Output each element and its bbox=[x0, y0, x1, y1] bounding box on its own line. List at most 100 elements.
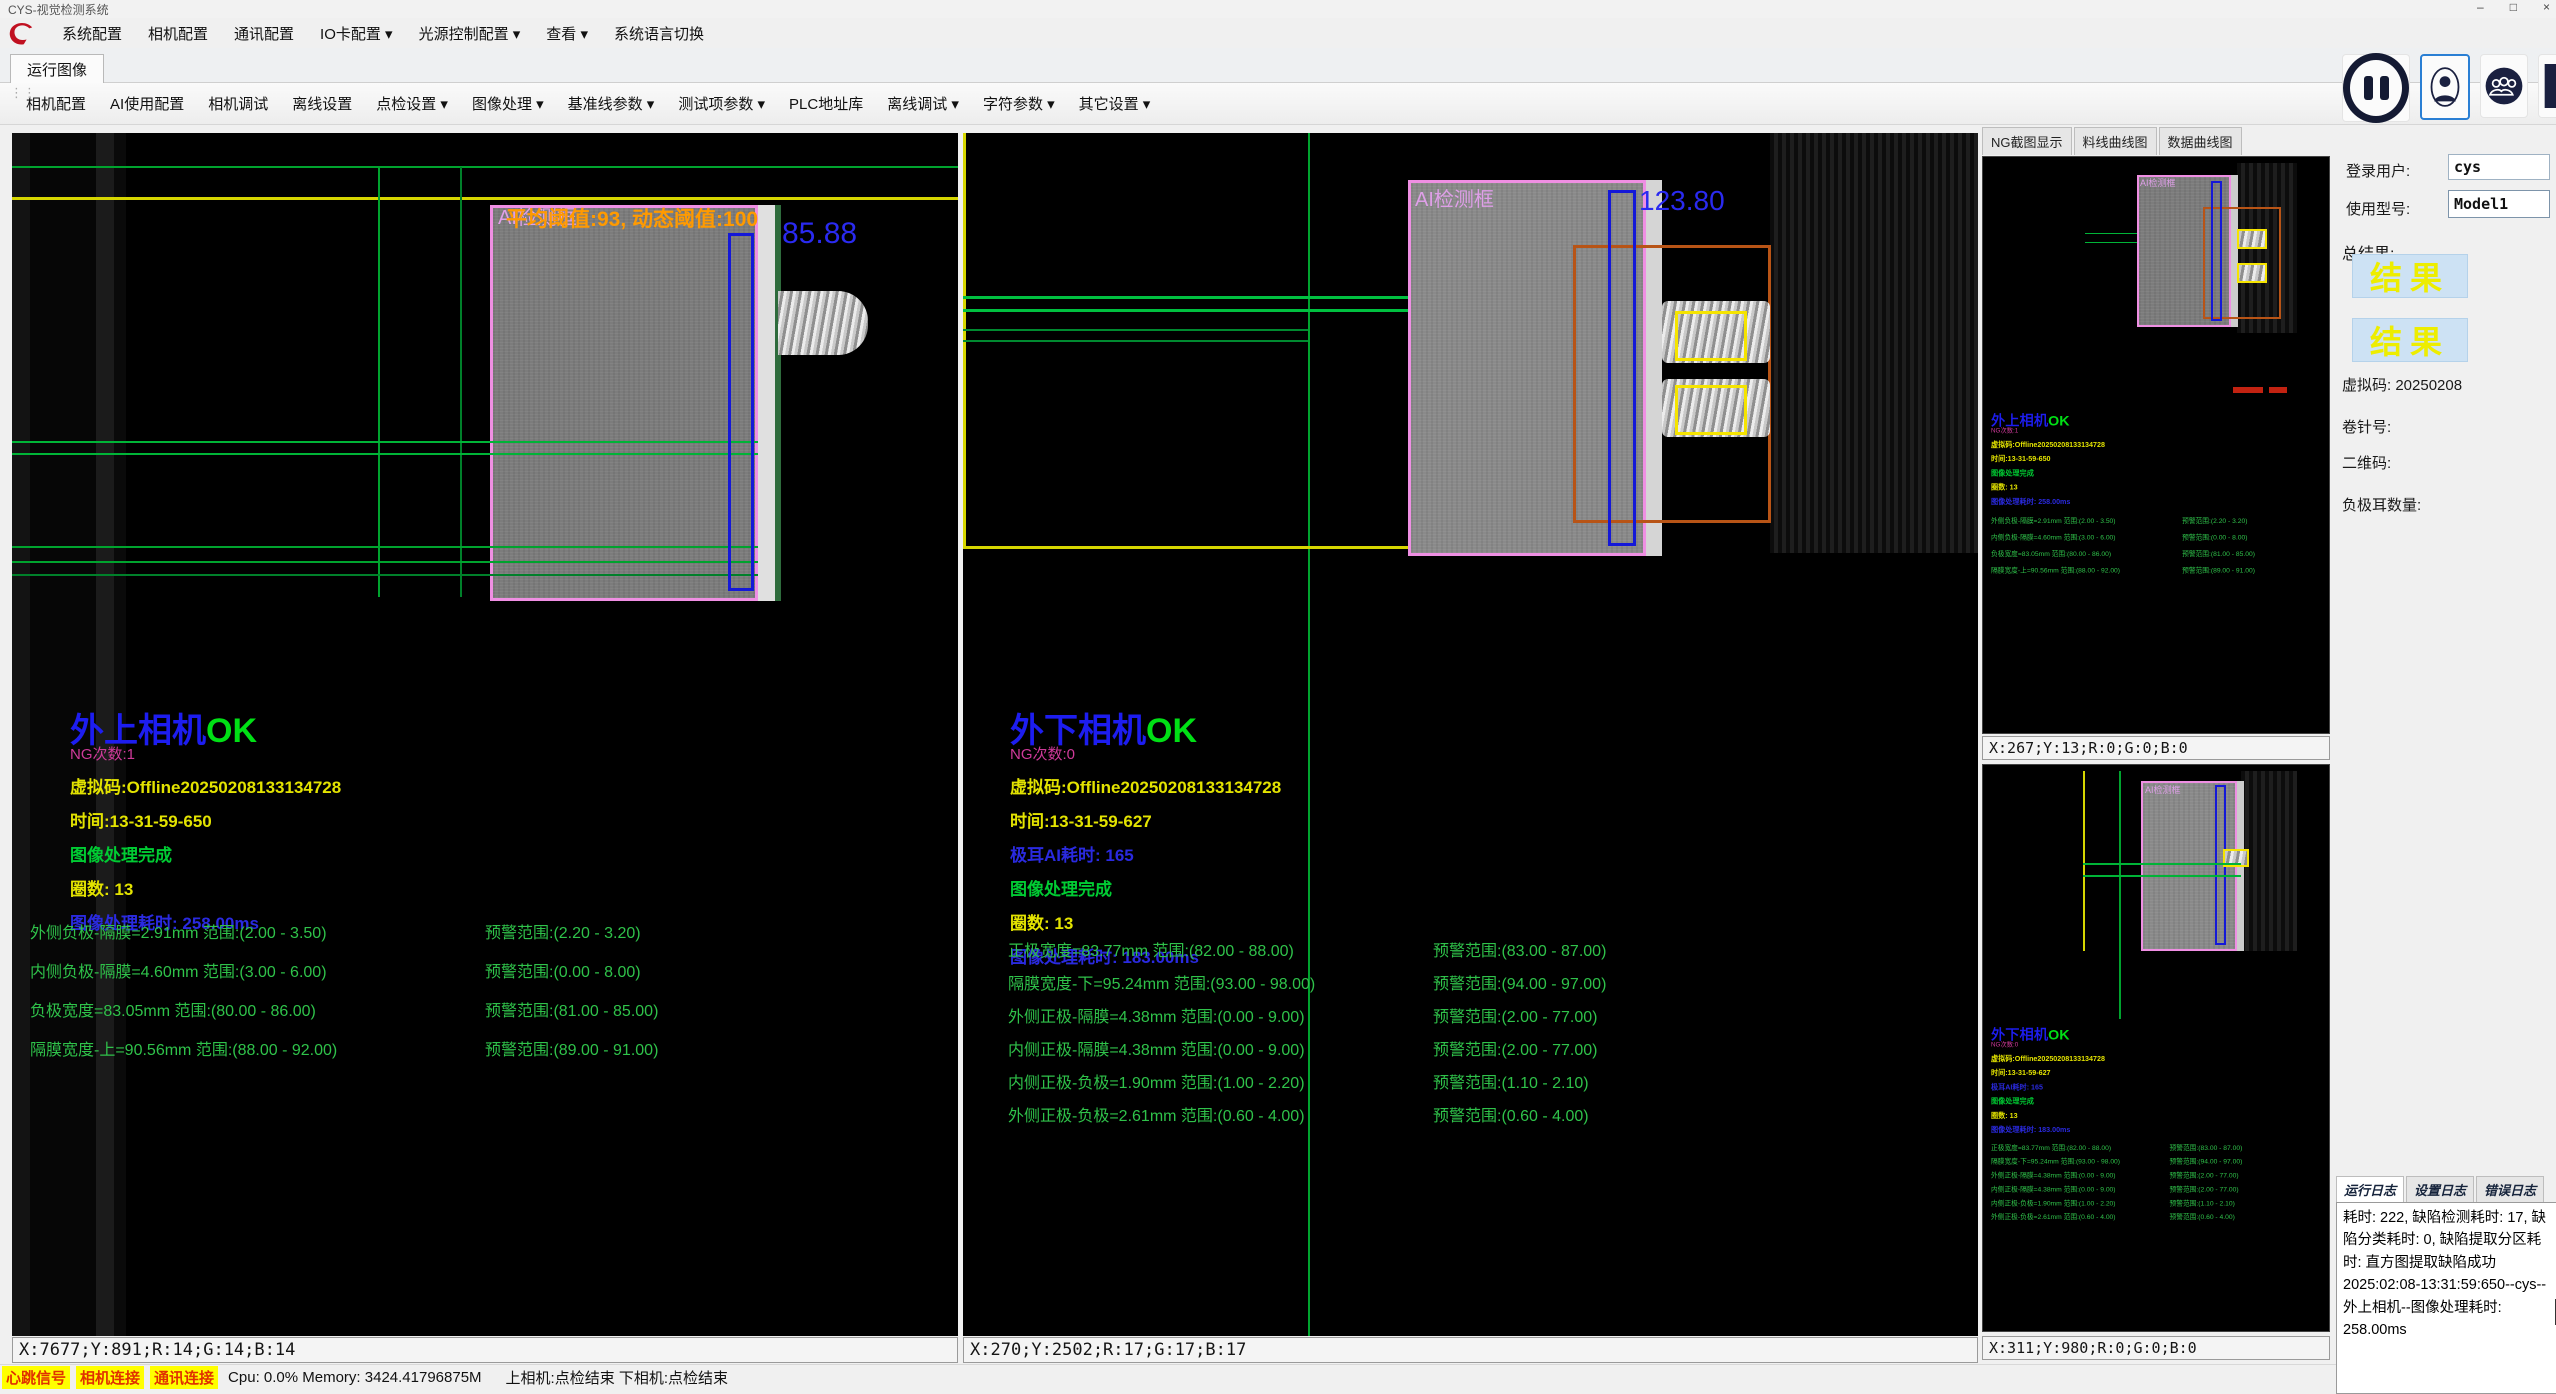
bottom-coordinate-bar: X:270;Y:2502;R:17;G:17;B:17 bbox=[963, 1337, 1978, 1363]
title-bar: CYS-视觉检测系统 – □ × bbox=[0, 0, 2556, 18]
loop-count: 圈数: 13 bbox=[1010, 909, 1281, 934]
measure-value: 85.88 bbox=[782, 217, 857, 251]
menu-item[interactable]: 相机配置 bbox=[148, 23, 208, 44]
loop-count: 圈数: 13 bbox=[70, 875, 341, 900]
measurement-row: 外侧正极-隔膜=4.38mm 范围:(0.00 - 9.00) 预警范围:(2.… bbox=[1991, 1170, 2327, 1184]
warning-range: 预警范围:(81.00 - 85.00) bbox=[2182, 548, 2255, 558]
minimize-icon[interactable]: – bbox=[2477, 0, 2484, 14]
maximize-icon[interactable]: □ bbox=[2510, 0, 2517, 14]
measurement-label: 正极宽度=83.77mm 范围:(82.00 - 88.00) bbox=[1008, 943, 1294, 960]
toolbar-item[interactable]: 点检设置 ▾ bbox=[376, 93, 448, 114]
warning-range: 预警范围:(0.60 - 4.00) bbox=[2170, 1211, 2235, 1221]
measurement-row: 内侧负极-隔膜=4.60mm 范围:(3.00 - 6.00) 预警范围:(0.… bbox=[30, 958, 950, 997]
warning-range: 预警范围:(89.00 - 91.00) bbox=[485, 1036, 658, 1060]
measure-box bbox=[728, 233, 754, 591]
exit-icon bbox=[2541, 60, 2556, 112]
measurement-label: 正极宽度=83.77mm 范围:(82.00 - 88.00) bbox=[1991, 1144, 2111, 1151]
guide-line bbox=[12, 574, 758, 576]
app-logo-icon bbox=[6, 19, 36, 47]
measurement-label: 内侧负极-隔膜=4.60mm 范围:(3.00 - 6.00) bbox=[1991, 534, 2116, 541]
left-camera-viewport[interactable]: AI检测框 平均阈值:93, 动态阈值:100 85.88 外上相机OK NG次… bbox=[12, 133, 958, 1336]
guide-line bbox=[2119, 771, 2121, 1019]
capture-time: 时间:13-31-59-627 bbox=[1991, 1067, 2327, 1078]
toolbar-item[interactable]: PLC地址库 bbox=[789, 93, 863, 114]
guide-line bbox=[378, 167, 380, 597]
warning-range: 预警范围:(2.00 - 77.00) bbox=[1433, 1036, 1598, 1060]
measurement-label: 隔膜宽度-上=90.56mm 范围:(88.00 - 92.00) bbox=[30, 1042, 337, 1059]
ai-box-label: AI检测框 bbox=[1415, 183, 1494, 212]
control-button-row bbox=[2342, 54, 2556, 122]
menu-item[interactable]: 通讯配置 bbox=[234, 23, 294, 44]
ng-thumbnail-top[interactable]: AI检测框 外上相机OK NG次数:1 虚拟码:Offline202502081… bbox=[1982, 156, 2330, 734]
pause-button[interactable] bbox=[2342, 54, 2410, 122]
log-text-area[interactable]: 耗时: 222, 缺陷检测耗时: 17, 缺陷分类耗时: 0, 缺陷提取分区耗时… bbox=[2336, 1202, 2556, 1394]
guide-line bbox=[963, 340, 1308, 342]
measurement-row: 外侧正极-负极=2.61mm 范围:(0.60 - 4.00) 预警范围:(0.… bbox=[1008, 1102, 1928, 1135]
capture-time: 时间:13-31-59-650 bbox=[1991, 453, 2327, 464]
toolbar-item[interactable]: 离线调试 ▾ bbox=[887, 93, 959, 114]
tab-run-log[interactable]: 运行日志 bbox=[2336, 1176, 2404, 1202]
toolbar-item[interactable]: 相机调试 bbox=[208, 93, 268, 114]
guide-line bbox=[963, 309, 1408, 312]
measurement-row: 隔膜宽度-下=95.24mm 范围:(93.00 - 98.00) 预警范围:(… bbox=[1991, 1156, 2327, 1170]
result-ok: OK bbox=[1146, 712, 1197, 750]
tab-settings-log[interactable]: 设置日志 bbox=[2406, 1176, 2474, 1202]
tab-error-log[interactable]: 错误日志 bbox=[2476, 1176, 2544, 1202]
tab-run-image[interactable]: 运行图像 bbox=[10, 54, 104, 84]
image-band bbox=[12, 133, 30, 1336]
user-button[interactable] bbox=[2420, 54, 2470, 120]
toolbar-item[interactable]: 离线设置 bbox=[292, 93, 352, 114]
measurement-label: 内侧正极-负极=1.90mm 范围:(1.00 - 2.20) bbox=[1991, 1200, 2116, 1207]
toolbar-item[interactable]: 其它设置 ▾ bbox=[1079, 93, 1151, 114]
log-panel: 运行日志 设置日志 错误日志 耗时: 222, 缺陷检测耗时: 17, 缺陷分类… bbox=[2336, 1175, 2556, 1390]
thumbnail-image: AI检测框 bbox=[2083, 771, 2297, 1019]
tab-detection-box bbox=[2237, 263, 2267, 283]
process-done: 图像处理完成 bbox=[1010, 875, 1281, 900]
result-ok: OK bbox=[206, 712, 257, 750]
menu-item[interactable]: 光源控制配置 ▾ bbox=[419, 23, 521, 44]
ng-view-tab[interactable]: NG截图显示 bbox=[1982, 127, 2072, 155]
image-band bbox=[1770, 133, 1978, 553]
toolbar-item[interactable]: AI使用配置 bbox=[110, 93, 184, 114]
baseline-yellow bbox=[963, 546, 1408, 549]
needle-number-label: 卷针号: bbox=[2342, 416, 2391, 437]
electrode-tab bbox=[778, 291, 868, 355]
ng-view-tab[interactable]: 数据曲线图 bbox=[2159, 127, 2242, 155]
model-label: 使用型号: bbox=[2346, 198, 2410, 219]
warning-range: 预警范围:(0.60 - 4.00) bbox=[1433, 1102, 1589, 1126]
bottom-camera-viewport[interactable]: AI检测框 123.80 外下相机OK NG次数:0 虚拟码:Offline20… bbox=[963, 133, 1978, 1336]
warning-range: 预警范围:(2.00 - 77.00) bbox=[2170, 1183, 2239, 1193]
menu-item[interactable]: 查看 ▾ bbox=[546, 23, 588, 44]
measurement-row: 隔膜宽度-下=95.24mm 范围:(93.00 - 98.00) 预警范围:(… bbox=[1008, 970, 1928, 1003]
image-band bbox=[2241, 771, 2297, 951]
window-title: CYS-视觉检测系统 bbox=[8, 1, 109, 18]
virtual-code: 虚拟码:Offline20250208133134728 bbox=[1991, 438, 2327, 449]
ng-thumbnail-bottom[interactable]: AI检测框 外下相机OK NG次数:0 虚拟码:Offline202502081… bbox=[1982, 764, 2330, 1332]
roi-box bbox=[490, 205, 758, 601]
ai-elapsed: 极耳AI耗时: 165 bbox=[1991, 1081, 2327, 1092]
camera-status-block: 外上相机OK NG次数:1 虚拟码:Offline202502081331347… bbox=[70, 703, 341, 934]
measurement-row: 内侧负极-隔膜=4.60mm 范围:(3.00 - 6.00) 预警范围:(0.… bbox=[1991, 532, 2327, 548]
toolbar-item[interactable]: 基准线参数 ▾ bbox=[568, 93, 655, 114]
login-user-field[interactable]: cys bbox=[2448, 154, 2550, 180]
ng-score-mark bbox=[2233, 387, 2263, 393]
warning-range: 预警范围:(83.00 - 87.00) bbox=[1433, 937, 1606, 961]
users-button[interactable] bbox=[2480, 54, 2528, 118]
qr-code-label: 二维码: bbox=[2342, 452, 2391, 473]
measurement-row: 内侧正极-隔膜=4.38mm 范围:(0.00 - 9.00) 预警范围:(2.… bbox=[1991, 1183, 2327, 1197]
menu-item[interactable]: 系统配置 bbox=[62, 23, 122, 44]
toolbar-item[interactable]: 图像处理 ▾ bbox=[472, 93, 544, 114]
menu-item[interactable]: IO卡配置 ▾ bbox=[320, 23, 393, 44]
ng-view-tab[interactable]: 料线曲线图 bbox=[2074, 127, 2157, 155]
menu-item[interactable]: 系统语言切换 bbox=[614, 23, 704, 44]
close-icon[interactable]: × bbox=[2543, 0, 2550, 14]
left-coordinate-bar: X:7677;Y:891;R:14;G:14;B:14 bbox=[12, 1337, 958, 1363]
warning-range: 预警范围:(0.00 - 8.00) bbox=[2182, 532, 2247, 542]
toolbar-item[interactable]: 测试项参数 ▾ bbox=[678, 93, 765, 114]
toolbar-item[interactable]: 字符参数 ▾ bbox=[983, 93, 1055, 114]
virtual-code: 虚拟码:Offline20250208133134728 bbox=[70, 773, 341, 798]
model-field[interactable]: Model1 bbox=[2448, 190, 2550, 218]
measurement-row: 外侧正极-负极=2.61mm 范围:(0.60 - 4.00) 预警范围:(0.… bbox=[1991, 1211, 2327, 1225]
exit-button[interactable] bbox=[2538, 54, 2556, 118]
virtual-code: 虚拟码:Offline20250208133134728 bbox=[1991, 1052, 2327, 1063]
